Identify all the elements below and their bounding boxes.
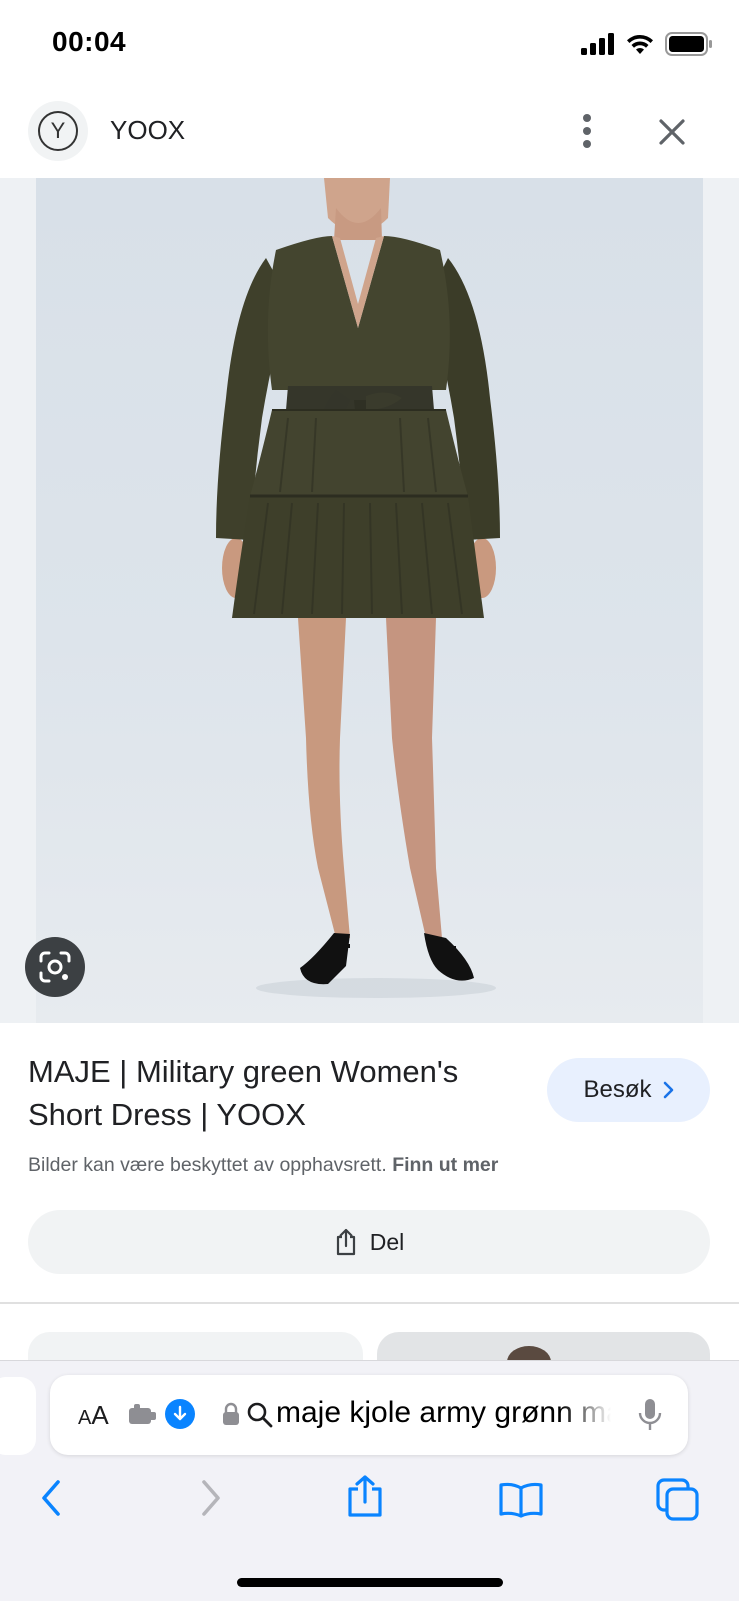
site-logo[interactable]: Y (28, 101, 88, 161)
search-icon (247, 1402, 273, 1433)
bookmarks-icon (499, 1482, 543, 1518)
yoox-logo-icon: Y (38, 111, 78, 151)
forward-button[interactable] (196, 1478, 226, 1523)
copyright-text: Bilder kan være beskyttet av opphavsrett… (28, 1154, 387, 1176)
page-settings-button[interactable]: AA (78, 1400, 109, 1431)
learn-more-link[interactable]: Finn ut mer (392, 1154, 498, 1176)
share-icon (336, 1228, 355, 1256)
status-time: 00:04 (52, 26, 127, 57)
product-image[interactable] (36, 178, 703, 1023)
share-button[interactable]: Del (28, 1210, 710, 1274)
download-icon[interactable] (165, 1399, 195, 1429)
back-button[interactable] (36, 1478, 66, 1523)
share-page-button[interactable] (346, 1474, 384, 1523)
wifi-icon (627, 34, 653, 54)
close-button[interactable] (652, 112, 692, 152)
more-vert-icon (583, 114, 591, 122)
url-field[interactable]: maje kjole army grønn maje (276, 1396, 611, 1430)
tabs-icon (656, 1478, 699, 1521)
copyright-notice: Bilder kan være beskyttet av opphavsrett… (28, 1154, 498, 1177)
visit-button[interactable]: Besøk (547, 1058, 710, 1122)
previous-tab-peek[interactable] (0, 1377, 36, 1455)
more-options-button[interactable] (572, 110, 602, 152)
site-name[interactable]: YOOX (110, 115, 185, 146)
lens-search-icon (39, 951, 71, 983)
home-indicator (237, 1578, 503, 1587)
dress-model-illustration (216, 178, 500, 998)
status-icons (581, 30, 713, 58)
google-lens-button[interactable] (25, 937, 85, 997)
aa-label: A (91, 1400, 109, 1430)
microphone-icon[interactable] (636, 1397, 664, 1438)
forward-icon (202, 1480, 220, 1516)
extension-icon[interactable] (128, 1402, 158, 1433)
bookmarks-button[interactable] (498, 1482, 544, 1523)
close-icon (659, 119, 685, 145)
result-title[interactable]: MAJE | Military green Women's Short Dres… (28, 1050, 508, 1136)
signal-icon (581, 33, 614, 55)
divider (0, 1302, 739, 1304)
share-label: Del (369, 1228, 405, 1255)
tabs-button[interactable] (656, 1478, 700, 1527)
battery-icon (665, 32, 712, 56)
share-icon (348, 1475, 382, 1517)
back-icon (42, 1480, 60, 1516)
lock-icon (222, 1402, 240, 1431)
chevron-right-icon (663, 1081, 673, 1099)
visit-label: Besøk (583, 1076, 652, 1103)
